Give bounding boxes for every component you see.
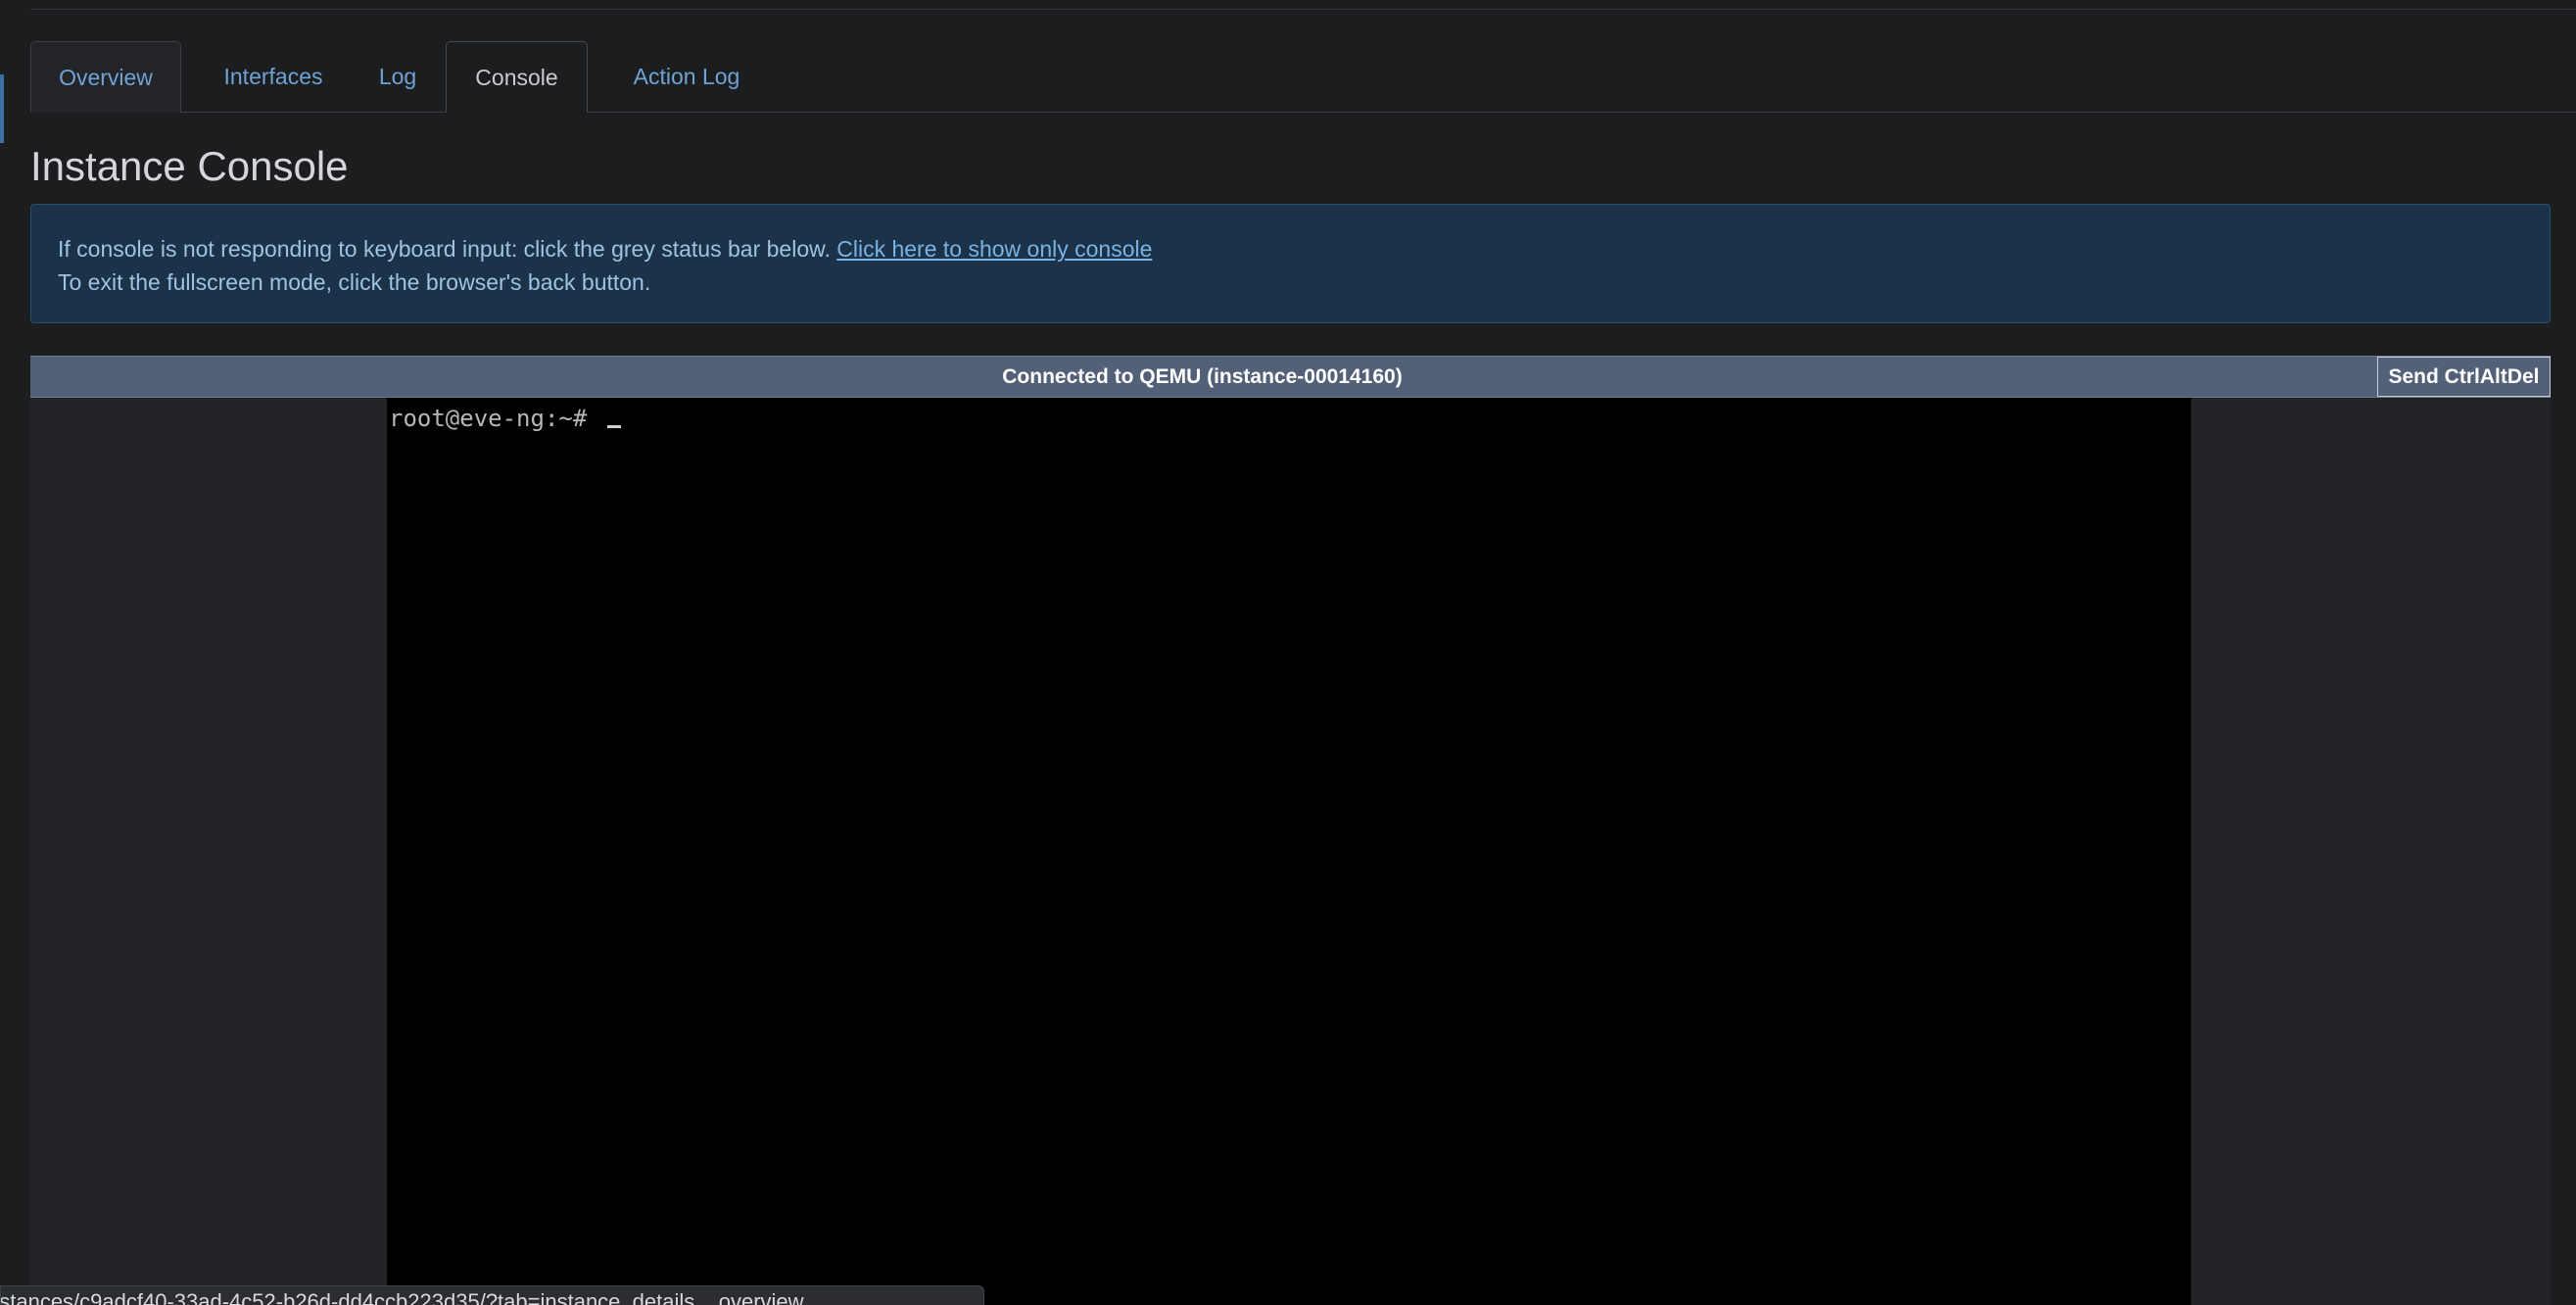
prompt-text: root@eve-ng:~# [389, 405, 601, 432]
terminal-prompt: root@eve-ng:~# [389, 402, 621, 435]
tab-log[interactable]: Log [365, 41, 430, 112]
connection-status: Connected to QEMU (instance-00014160) [1002, 365, 1403, 388]
alert-line-1: If console is not responding to keyboard… [58, 232, 2523, 266]
show-only-console-link[interactable]: Click here to show only console [836, 236, 1152, 262]
instance-tabs: Overview Interfaces Log Console Action L… [30, 41, 2576, 113]
tab-overview[interactable]: Overview [30, 41, 181, 113]
tab-interfaces[interactable]: Interfaces [213, 41, 334, 112]
top-divider [30, 9, 2576, 10]
tab-action-log[interactable]: Action Log [618, 41, 755, 112]
info-alert: If console is not responding to keyboard… [30, 204, 2551, 323]
left-accent-bar [0, 74, 4, 143]
status-url-tooltip: nstances/c9adcf40-33ad-4c52-b26d-dd4ccb2… [0, 1285, 984, 1305]
alert-line-2: To exit the fullscreen mode, click the b… [58, 269, 651, 295]
console-screen[interactable]: root@eve-ng:~# [387, 398, 2191, 1305]
tab-console[interactable]: Console [446, 41, 588, 113]
terminal-cursor [606, 425, 621, 428]
page: Overview Interfaces Log Console Action L… [0, 0, 2576, 1305]
alert-text-1: If console is not responding to keyboard… [58, 236, 831, 262]
console-status-bar[interactable]: Connected to QEMU (instance-00014160) Se… [30, 356, 2551, 398]
send-ctrl-alt-del-button[interactable]: Send CtrlAltDel [2377, 357, 2551, 397]
page-title: Instance Console [30, 143, 349, 189]
console-area: root@eve-ng:~# [30, 398, 2551, 1305]
